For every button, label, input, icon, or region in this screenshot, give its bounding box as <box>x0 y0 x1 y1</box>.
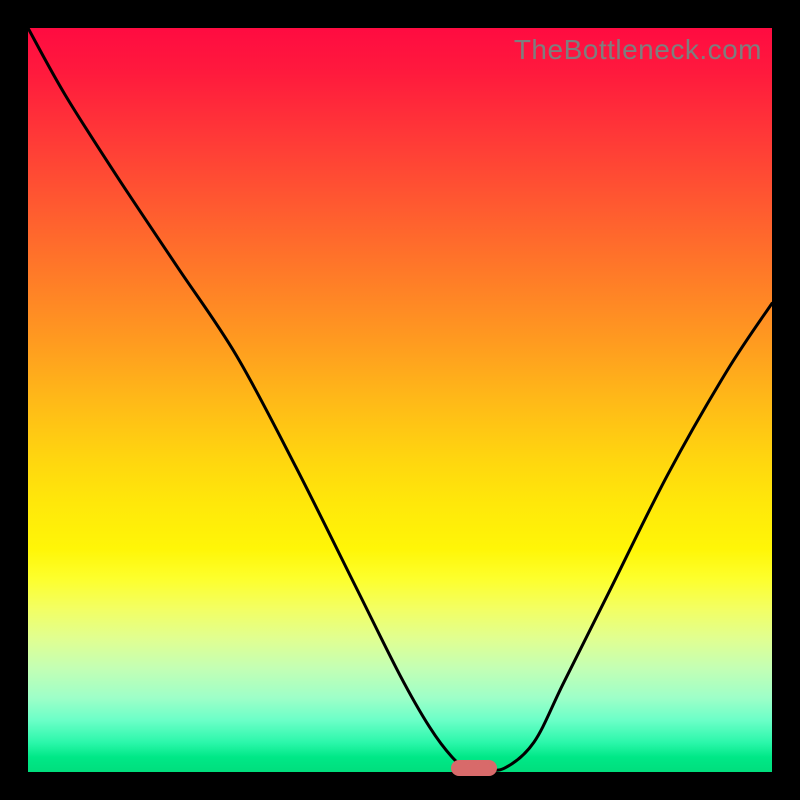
optimal-marker <box>451 760 497 776</box>
chart-frame: TheBottleneck.com <box>0 0 800 800</box>
bottleneck-curve <box>28 28 772 772</box>
plot-area: TheBottleneck.com <box>28 28 772 772</box>
